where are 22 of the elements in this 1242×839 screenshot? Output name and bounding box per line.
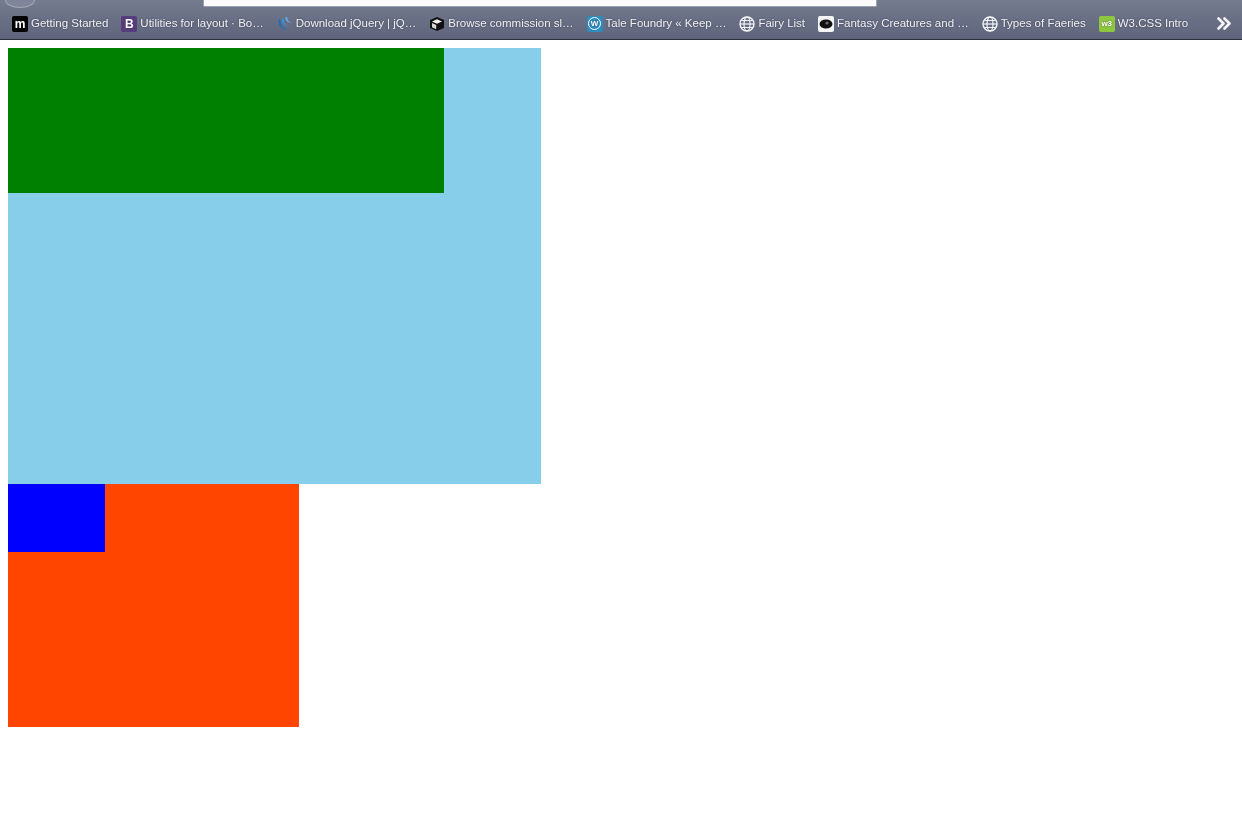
globe-icon bbox=[981, 15, 998, 32]
bookmark-link[interactable]: Browse commission sl… bbox=[425, 12, 578, 35]
bookmark-link[interactable]: Fairy List bbox=[735, 12, 810, 35]
back-button[interactable] bbox=[5, 0, 35, 8]
cube-icon bbox=[429, 15, 446, 32]
more-bookmarks-button[interactable] bbox=[1217, 17, 1232, 30]
bookmark-link[interactable]: W Tale Foundry « Keep … bbox=[582, 12, 731, 35]
letter-tile-icon: w3 bbox=[1098, 15, 1115, 32]
letter-tile-icon: B bbox=[121, 15, 138, 32]
letter-circle-icon: W bbox=[586, 15, 603, 32]
eye-icon bbox=[818, 15, 835, 32]
bookmark-link[interactable]: m Getting Started bbox=[8, 12, 113, 35]
double-chevron-icon bbox=[1217, 17, 1232, 30]
bookmark-link[interactable]: Download jQuery | jQ… bbox=[272, 12, 421, 35]
bookmark-link[interactable]: w3 W3.CSS Intro bbox=[1094, 12, 1193, 35]
bookmark-link[interactable]: Fantasy Creatures and … bbox=[814, 12, 973, 35]
bookmark-link[interactable]: B Utilities for layout · Bo… bbox=[117, 12, 268, 35]
address-field[interactable] bbox=[203, 0, 877, 7]
globe-icon bbox=[739, 15, 756, 32]
swirl-icon bbox=[276, 15, 293, 32]
bookmark-link[interactable]: Types of Faeries bbox=[977, 12, 1090, 35]
letter-tile-icon: m bbox=[12, 15, 28, 32]
